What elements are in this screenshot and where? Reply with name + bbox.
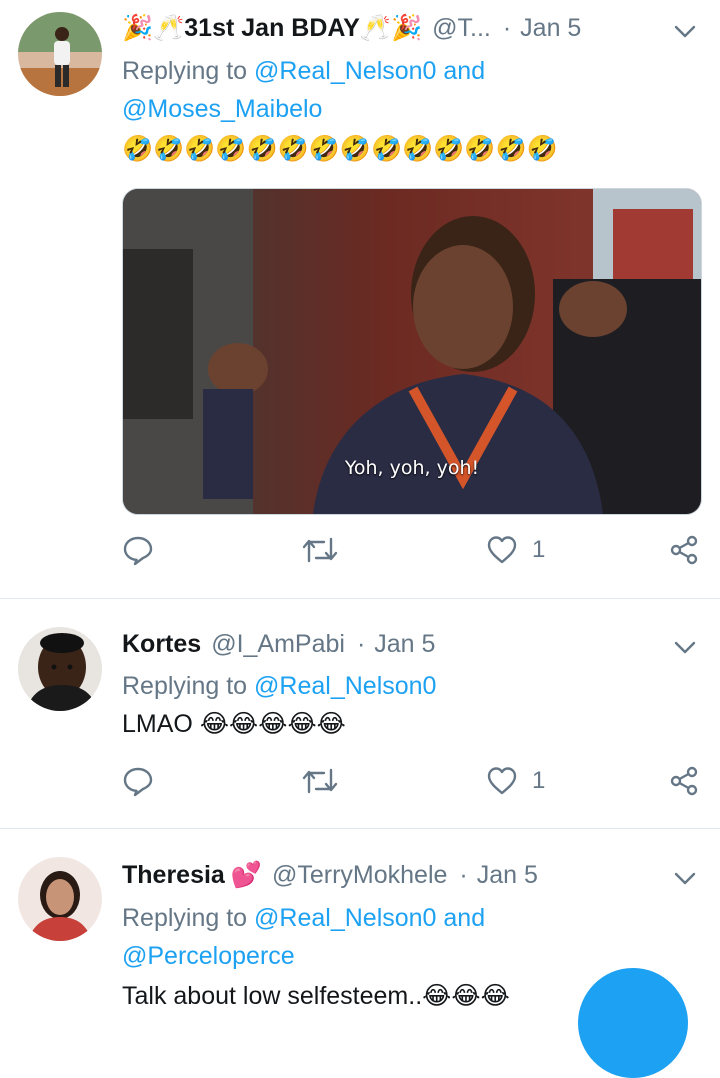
replying-prefix: Replying to <box>122 672 248 700</box>
media-caption: Yoh, yoh, yoh! <box>344 457 480 479</box>
reply-mention-link[interactable]: @Real_Nelson0 <box>254 672 436 700</box>
user-handle[interactable]: @TerryMokhele <box>272 861 447 890</box>
replying-prefix: Replying to <box>122 57 248 85</box>
tweet-text: LMAO 😂😂😂😂😂 <box>122 705 346 743</box>
retweet-icon <box>302 765 338 797</box>
chevron-down-icon[interactable] <box>672 18 698 44</box>
tweet-actions: 1 <box>122 763 700 799</box>
like-button[interactable]: 1 <box>486 763 545 799</box>
tweet-2[interactable]: Kortes @I_AmPabi · Jan 5 Replying to @Re… <box>0 599 720 828</box>
avatar[interactable] <box>18 627 102 711</box>
tweet-date[interactable]: Jan 5 <box>520 14 581 43</box>
user-handle[interactable]: @I_AmPabi <box>211 630 345 659</box>
reply-icon <box>122 534 154 566</box>
emoji-text: 😂😂😂😂😂 <box>199 710 346 738</box>
replying-to: Replying to @Real_Nelson0 and @Moses_Mai… <box>122 52 485 128</box>
party-popper-icon: 🎉 <box>390 13 423 42</box>
tweet-date[interactable]: Jan 5 <box>477 861 538 890</box>
like-count: 1 <box>532 767 546 794</box>
tweet-text: Talk about low selfesteem..😂😂😂 <box>122 977 510 1015</box>
replying-to: Replying to @Real_Nelson0 <box>122 667 436 705</box>
like-icon <box>486 765 518 797</box>
reply-mention-link[interactable]: @Moses_Maibelo <box>122 95 322 123</box>
tweet-media[interactable]: Yoh, yoh, yoh! <box>122 188 702 515</box>
display-name[interactable]: 31st Jan BDAY <box>184 14 360 43</box>
replying-prefix: Replying to <box>122 904 248 932</box>
emoji-text: 🤣🤣🤣🤣🤣🤣🤣🤣🤣🤣🤣🤣🤣🤣 <box>122 135 558 163</box>
retweet-icon <box>302 534 338 566</box>
tweet-date[interactable]: Jan 5 <box>374 630 435 659</box>
tweet-header: Theresia 💕 @TerryMokhele · Jan 5 <box>122 855 660 895</box>
like-icon <box>486 534 518 566</box>
chevron-down-icon[interactable] <box>672 865 698 891</box>
champagne-icon: 🥂 <box>153 13 185 42</box>
reply-button[interactable] <box>122 532 154 568</box>
emoji-text: 😂😂😂 <box>422 982 510 1010</box>
like-count: 1 <box>532 536 546 563</box>
like-button[interactable]: 1 <box>486 532 545 568</box>
share-icon <box>668 534 700 566</box>
reply-mention-link[interactable]: @Real_Nelson0 and <box>254 904 485 932</box>
share-button[interactable] <box>668 532 700 568</box>
reply-mention-link[interactable]: @Perceloperce <box>122 942 295 970</box>
separator-dot: · <box>502 13 512 42</box>
tweet-actions: 1 <box>122 532 700 568</box>
reply-mention-link[interactable]: @Real_Nelson0 and <box>254 57 485 85</box>
replying-to: Replying to @Real_Nelson0 and @Percelope… <box>122 899 485 975</box>
avatar[interactable] <box>18 12 102 96</box>
tweet-text-content: Talk about low selfesteem.. <box>122 982 423 1010</box>
tweet-header: 🎉 🥂 31st Jan BDAY 🥂 🎉 @T... · Jan 5 <box>122 8 660 48</box>
tweet-1[interactable]: 🎉 🥂 31st Jan BDAY 🥂 🎉 @T... · Jan 5 Repl… <box>0 0 720 598</box>
share-icon <box>668 765 700 797</box>
champagne-icon: 🥂 <box>359 13 391 42</box>
display-name[interactable]: Theresia <box>122 861 225 890</box>
compose-button[interactable] <box>578 968 688 1078</box>
reply-button[interactable] <box>122 763 154 799</box>
tweet-text: 🤣🤣🤣🤣🤣🤣🤣🤣🤣🤣🤣🤣🤣🤣 <box>122 130 558 168</box>
retweet-button[interactable] <box>302 532 338 568</box>
chevron-down-icon[interactable] <box>672 634 698 660</box>
avatar[interactable] <box>18 857 102 941</box>
reply-icon <box>122 765 154 797</box>
tweet-header: Kortes @I_AmPabi · Jan 5 <box>122 624 660 664</box>
separator-dot: · <box>356 629 366 658</box>
user-handle[interactable]: @T... <box>432 14 491 43</box>
tweet-text-content: LMAO <box>122 710 193 738</box>
separator-dot: · <box>459 860 468 889</box>
share-button[interactable] <box>668 763 700 799</box>
party-popper-icon: 🎉 <box>122 13 154 42</box>
hearts-icon: 💕 <box>230 860 262 889</box>
retweet-button[interactable] <box>302 763 338 799</box>
display-name[interactable]: Kortes <box>122 630 201 659</box>
